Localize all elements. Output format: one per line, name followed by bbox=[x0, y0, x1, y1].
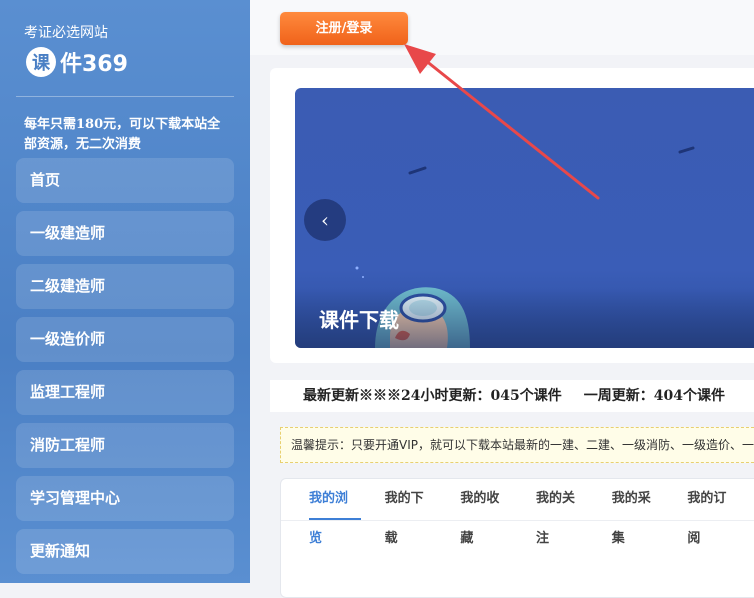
top-bar: 注册/登录 bbox=[250, 0, 754, 55]
tab-following[interactable]: 我的关注 bbox=[536, 479, 588, 546]
update-stats-bar: 最新更新※※※24小时更新：045个课件 一周更新：404个课件 bbox=[270, 380, 754, 412]
vip-notice: 温馨提示：只要开通VIP，就可以下载本站最新的一建、二建、一级消防、一级造价、一… bbox=[280, 427, 754, 463]
tab-browsing[interactable]: 我的浏览 bbox=[309, 479, 361, 546]
carousel-prev-icon[interactable]: ‹ bbox=[304, 199, 346, 241]
site-logo[interactable]: 课 件369 bbox=[26, 46, 128, 78]
sidebar-item-learning-center[interactable]: 学习管理中心 bbox=[16, 476, 234, 521]
user-activity-panel: 我的浏览 我的下载 我的收藏 我的关注 我的采集 我的订阅 bbox=[280, 478, 754, 598]
tab-subscriptions[interactable]: 我的订阅 bbox=[687, 479, 739, 546]
sidebar-item-supervision-engineer[interactable]: 监理工程师 bbox=[16, 370, 234, 415]
tab-collections[interactable]: 我的采集 bbox=[612, 479, 664, 546]
activity-tabs: 我的浏览 我的下载 我的收藏 我的关注 我的采集 我的订阅 bbox=[281, 479, 754, 546]
latest-update-label: 最新更新※※※ bbox=[303, 388, 401, 404]
tab-favorites[interactable]: 我的收藏 bbox=[460, 479, 512, 546]
carousel-caption: 课件下载 bbox=[319, 308, 399, 332]
banner-carousel[interactable]: ‹ 课件下载 bbox=[295, 88, 754, 348]
sidebar-divider bbox=[16, 96, 234, 97]
daily-update-count: 24小时更新：045个课件 bbox=[401, 388, 562, 404]
sidebar: 考证必选网站 课 件369 每年只需180元，可以下载本站全部资源，无二次消费 … bbox=[0, 0, 250, 583]
sidebar-item-second-class-constructor[interactable]: 二级建造师 bbox=[16, 264, 234, 309]
sidebar-item-home[interactable]: 首页 bbox=[16, 158, 234, 203]
main-content: 注册/登录 ‹ 课件下载 最新更新※※※24小时更新：045个课件 一周更新：40… bbox=[250, 0, 754, 598]
sidebar-item-update-notice[interactable]: 更新通知 bbox=[16, 529, 234, 574]
sidebar-item-fire-engineer[interactable]: 消防工程师 bbox=[16, 423, 234, 468]
promo-text: 每年只需180元，可以下载本站全部资源，无二次消费 bbox=[24, 117, 221, 152]
logo-text: 件369 bbox=[60, 52, 128, 77]
tab-downloads[interactable]: 我的下载 bbox=[385, 479, 437, 546]
sidebar-item-cost-engineer[interactable]: 一级造价师 bbox=[16, 317, 234, 362]
logo-mark: 课 bbox=[26, 47, 56, 77]
site-tagline: 考证必选网站 bbox=[24, 25, 108, 41]
sidebar-item-first-class-constructor[interactable]: 一级建造师 bbox=[16, 211, 234, 256]
weekly-update-count: 一周更新：404个课件 bbox=[583, 388, 725, 404]
login-register-button[interactable]: 注册/登录 bbox=[280, 12, 408, 45]
